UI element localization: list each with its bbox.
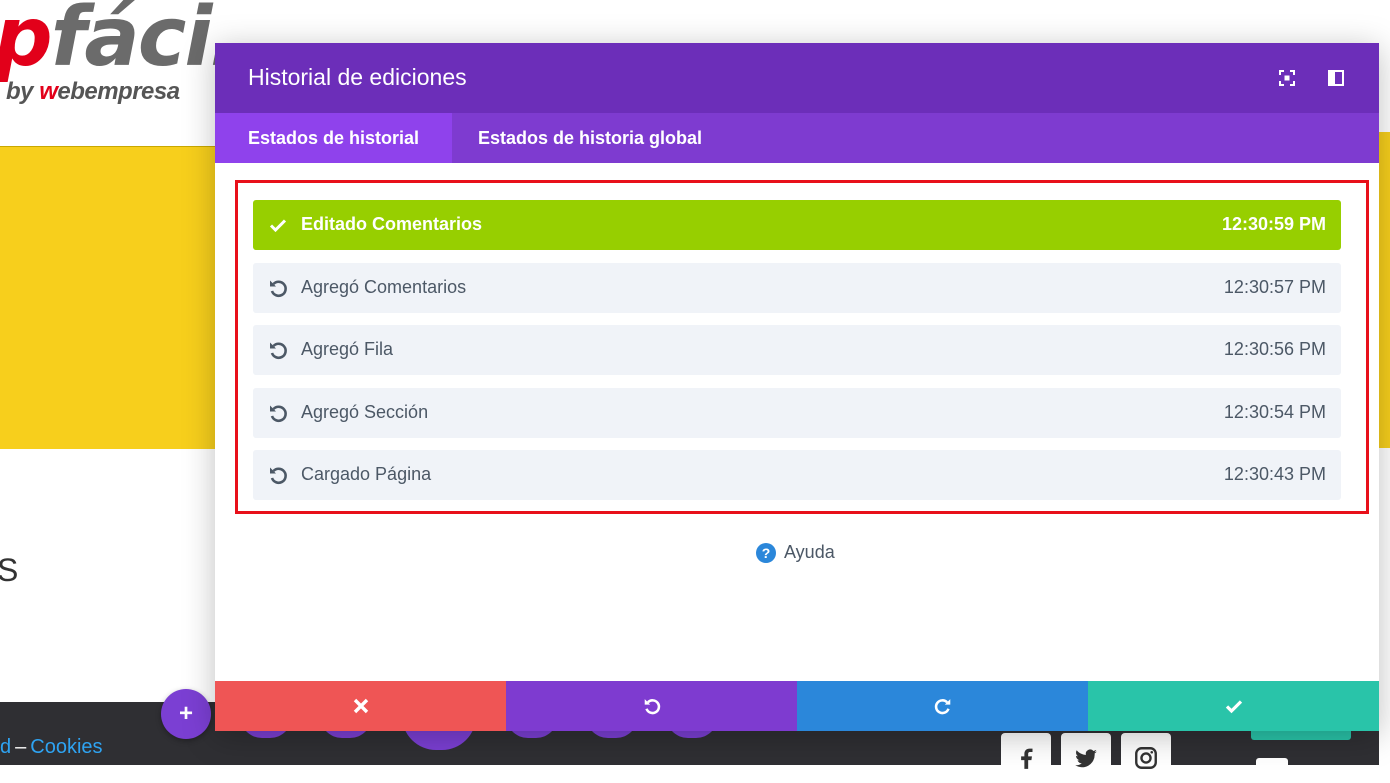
history-tabs: Estados de historial Estados de historia… [215,113,1379,163]
footer-link-cookies[interactable]: Cookies [30,736,102,758]
history-item[interactable]: Agregó Sección 12:30:54 PM [253,388,1341,438]
check-icon [1225,700,1242,714]
history-item[interactable]: Agregó Fila 12:30:56 PM [253,325,1341,375]
undo-icon [267,402,289,424]
facebook-button[interactable] [1001,733,1051,783]
undo-icon [267,339,289,361]
modal-header: Historial de ediciones [215,43,1379,113]
partial-heading: S [0,552,19,588]
history-item[interactable]: Agregó Comentarios 12:30:57 PM [253,263,1341,313]
hero-edge [1379,132,1390,448]
add-section-button[interactable]: + [161,689,211,739]
footer-separator: – [15,736,27,758]
logo-text: pfácil [0,0,215,85]
help-label: Ayuda [784,542,835,562]
header-divider [0,146,215,147]
undo-icon [644,699,660,715]
twitter-icon [1075,749,1097,768]
history-item-time: 12:30:56 PM [1223,339,1326,359]
tab-history-states[interactable]: Estados de historial [215,113,453,163]
instagram-button[interactable] [1121,733,1171,783]
undo-button[interactable] [506,681,797,731]
undo-icon [267,277,289,299]
history-item[interactable]: Editado Comentarios 12:30:59 PM [253,200,1341,250]
check-icon [267,214,289,236]
site-logo[interactable]: pfácil by webempresa [0,0,215,132]
scroll-handle[interactable] [1256,758,1288,768]
close-icon [353,698,368,714]
history-item[interactable]: Cargado Página 12:30:43 PM [253,450,1341,500]
help-link[interactable]: ? Ayuda [756,542,835,563]
redo-button[interactable] [797,681,1088,731]
sidebar-dock-icon[interactable] [1327,69,1345,87]
fullscreen-icon[interactable] [1278,69,1296,87]
instagram-icon [1135,747,1157,769]
footer-link-partial[interactable]: d [0,736,11,758]
tab-global-history[interactable]: Estados de historia global [445,113,735,163]
redo-icon [934,699,950,715]
history-item-label: Cargado Página [301,464,432,484]
twitter-button[interactable] [1061,733,1111,783]
help-icon: ? [756,542,776,563]
discard-button[interactable] [215,681,506,731]
undo-icon [267,464,289,486]
logo-subtext: by webempresa [6,78,180,105]
history-item-time: 12:30:59 PM [1221,214,1326,234]
footer-links: d – Cookies [0,736,103,759]
history-modal: Historial de ediciones Estados de histor… [215,43,1379,731]
history-item-time: 12:30:43 PM [1223,464,1326,484]
save-button[interactable] [1088,681,1379,731]
history-item-label: Agregó Comentarios [301,277,467,297]
history-item-time: 12:30:57 PM [1223,277,1326,297]
modal-footer [215,681,1379,731]
history-item-label: Agregó Sección [301,402,429,422]
history-item-label: Agregó Fila [301,339,394,359]
history-item-time: 12:30:54 PM [1223,402,1326,422]
facebook-icon [1021,748,1033,769]
modal-title: Historial de ediciones [248,64,467,90]
history-item-label: Editado Comentarios [301,214,483,234]
